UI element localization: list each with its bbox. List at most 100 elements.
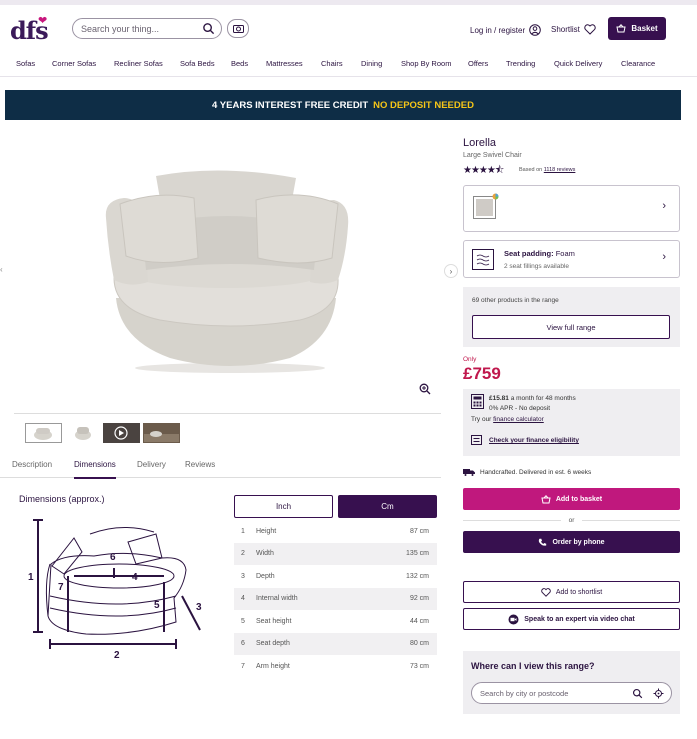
video-chat-icon xyxy=(508,614,519,624)
gallery-next-icon[interactable]: › xyxy=(444,264,458,278)
search-icon[interactable] xyxy=(632,688,643,699)
tab-reviews[interactable]: Reviews xyxy=(185,460,215,469)
seat-padding-selector[interactable]: Seat padding: Foam 2 seat fillings avail… xyxy=(463,240,680,278)
diagram-label-3: 3 xyxy=(196,602,202,613)
dimension-row: 6 Seat depth 80 cm xyxy=(234,633,437,655)
tab-delivery[interactable]: Delivery xyxy=(137,460,166,469)
product-tabs: Description Dimensions Delivery Reviews xyxy=(0,452,441,479)
row-number: 6 xyxy=(241,640,245,647)
search-input[interactable] xyxy=(81,22,201,36)
nav-item-quick-delivery[interactable]: Quick Delivery xyxy=(554,59,602,68)
nav-item-sofa-beds[interactable]: Sofa Beds xyxy=(180,59,215,68)
row-number: 1 xyxy=(241,528,245,535)
gallery-divider xyxy=(14,413,441,414)
tab-dimensions[interactable]: Dimensions xyxy=(74,460,116,479)
nav-item-recliner-sofas[interactable]: Recliner Sofas xyxy=(114,59,163,68)
video-thumbnail[interactable] xyxy=(103,423,140,443)
row-value: 135 cm xyxy=(406,550,429,557)
row-label: Height xyxy=(256,528,277,535)
top-strip xyxy=(0,0,697,5)
unit-cm-button[interactable]: Cm xyxy=(338,495,437,518)
diagram-label-1: 1 xyxy=(28,572,34,583)
zoom-icon[interactable] xyxy=(419,383,431,395)
user-icon xyxy=(529,24,541,36)
row-label: Width xyxy=(256,550,274,557)
dimensions-title: Dimensions (approx.) xyxy=(19,494,105,504)
thumbnail-1[interactable] xyxy=(25,423,62,443)
delivery-info: Handcrafted. Delivered in est. 6 weeks xyxy=(463,468,591,476)
promo-banner[interactable]: 4 YEARS INTEREST FREE CREDIT NO DEPOSIT … xyxy=(5,90,681,120)
nav-item-corner-sofas[interactable]: Corner Sofas xyxy=(52,59,96,68)
row-label: Internal width xyxy=(256,595,298,602)
nav-item-offers[interactable]: Offers xyxy=(468,59,488,68)
gallery-prev-icon[interactable]: ‹ xyxy=(0,265,10,279)
nav-item-beds[interactable]: Beds xyxy=(231,59,248,68)
order-by-phone-button[interactable]: Order by phone xyxy=(463,531,680,553)
price: £759 xyxy=(463,364,501,383)
add-to-basket-label: Add to basket xyxy=(555,495,603,503)
finance-monthly-amount: £15.81 xyxy=(489,395,509,402)
colour-selector[interactable]: › xyxy=(463,185,680,232)
unit-inch-button[interactable]: Inch xyxy=(234,495,333,518)
delivery-text: Handcrafted. Delivered in est. 6 weeks xyxy=(480,468,592,476)
nav-item-sofas[interactable]: Sofas xyxy=(16,59,35,68)
view-full-range-button[interactable]: View full range xyxy=(472,315,670,339)
nav-item-mattresses[interactable]: Mattresses xyxy=(266,59,303,68)
finance-check-icon xyxy=(471,435,482,445)
shortlist-link[interactable]: Shortlist xyxy=(551,24,596,35)
nav-item-clearance[interactable]: Clearance xyxy=(621,59,655,68)
basket-button[interactable]: Basket xyxy=(608,17,666,40)
nav-item-shop-by-room[interactable]: Shop By Room xyxy=(401,59,451,68)
diagram-label-5: 5 xyxy=(154,600,160,611)
finance-monthly: £15.81 a month for 48 months xyxy=(489,395,576,402)
colour-wheel-icon xyxy=(492,193,499,200)
add-to-basket-button[interactable]: Add to basket xyxy=(463,488,680,510)
row-value: 92 cm xyxy=(409,595,429,602)
dimension-row: 1 Height 87 cm xyxy=(234,521,437,543)
finance-eligibility-link[interactable]: Check your finance eligibility xyxy=(489,437,579,444)
camera-icon xyxy=(232,25,244,33)
video-chat-label: Speak to an expert via video chat xyxy=(524,615,635,623)
dimension-row: 3 Depth 132 cm xyxy=(234,566,437,588)
row-value: 44 cm xyxy=(409,618,429,625)
nav-item-trending[interactable]: Trending xyxy=(506,59,535,68)
dfs-logo[interactable]: dfs ❤ xyxy=(10,14,50,45)
seat-padding-value: Foam xyxy=(555,249,575,258)
city-search-input[interactable] xyxy=(480,687,620,700)
location-icon[interactable] xyxy=(653,688,664,699)
finance-calculator-link[interactable]: finance calculator xyxy=(493,416,544,423)
row-label: Arm height xyxy=(256,663,290,670)
add-to-shortlist-button[interactable]: Add to shortlist xyxy=(463,581,680,603)
search-bar[interactable] xyxy=(72,18,222,39)
dimension-row: 4 Internal width 92 cm xyxy=(234,588,437,610)
diagram-label-2: 2 xyxy=(114,650,120,661)
reviews-link[interactable]: 1118 reviews xyxy=(544,167,576,173)
search-icon[interactable] xyxy=(202,22,215,35)
heart-icon xyxy=(584,24,596,35)
range-text: 69 other products in the range xyxy=(472,297,559,304)
order-by-phone-label: Order by phone xyxy=(552,538,605,546)
login-link[interactable]: Log in / register xyxy=(470,24,541,36)
basket-icon xyxy=(541,494,551,503)
row-number: 4 xyxy=(241,595,245,602)
rating-stars-icon: ★★★★⯪ xyxy=(463,165,504,176)
dimension-row: 5 Seat height 44 cm xyxy=(234,611,437,633)
shortlist-label: Shortlist xyxy=(551,25,580,34)
truck-icon xyxy=(463,469,475,476)
finance-try-prefix: Try our xyxy=(471,416,492,423)
city-search-bar[interactable] xyxy=(471,682,672,704)
product-image xyxy=(105,170,349,373)
row-number: 2 xyxy=(241,550,245,557)
nav-item-dining[interactable]: Dining xyxy=(361,59,382,68)
finance-calculator-text: Try our finance calculator xyxy=(471,416,544,423)
thumbnail-room[interactable] xyxy=(143,423,180,443)
thumbnail-2[interactable] xyxy=(65,423,102,443)
camera-search-button[interactable] xyxy=(227,19,249,38)
nav-item-chairs[interactable]: Chairs xyxy=(321,59,343,68)
or-divider: or xyxy=(463,515,680,525)
row-value: 132 cm xyxy=(406,573,429,580)
tab-description[interactable]: Description xyxy=(12,460,52,469)
row-number: 3 xyxy=(241,573,245,580)
login-label: Log in / register xyxy=(470,25,526,35)
video-chat-button[interactable]: Speak to an expert via video chat xyxy=(463,608,680,630)
